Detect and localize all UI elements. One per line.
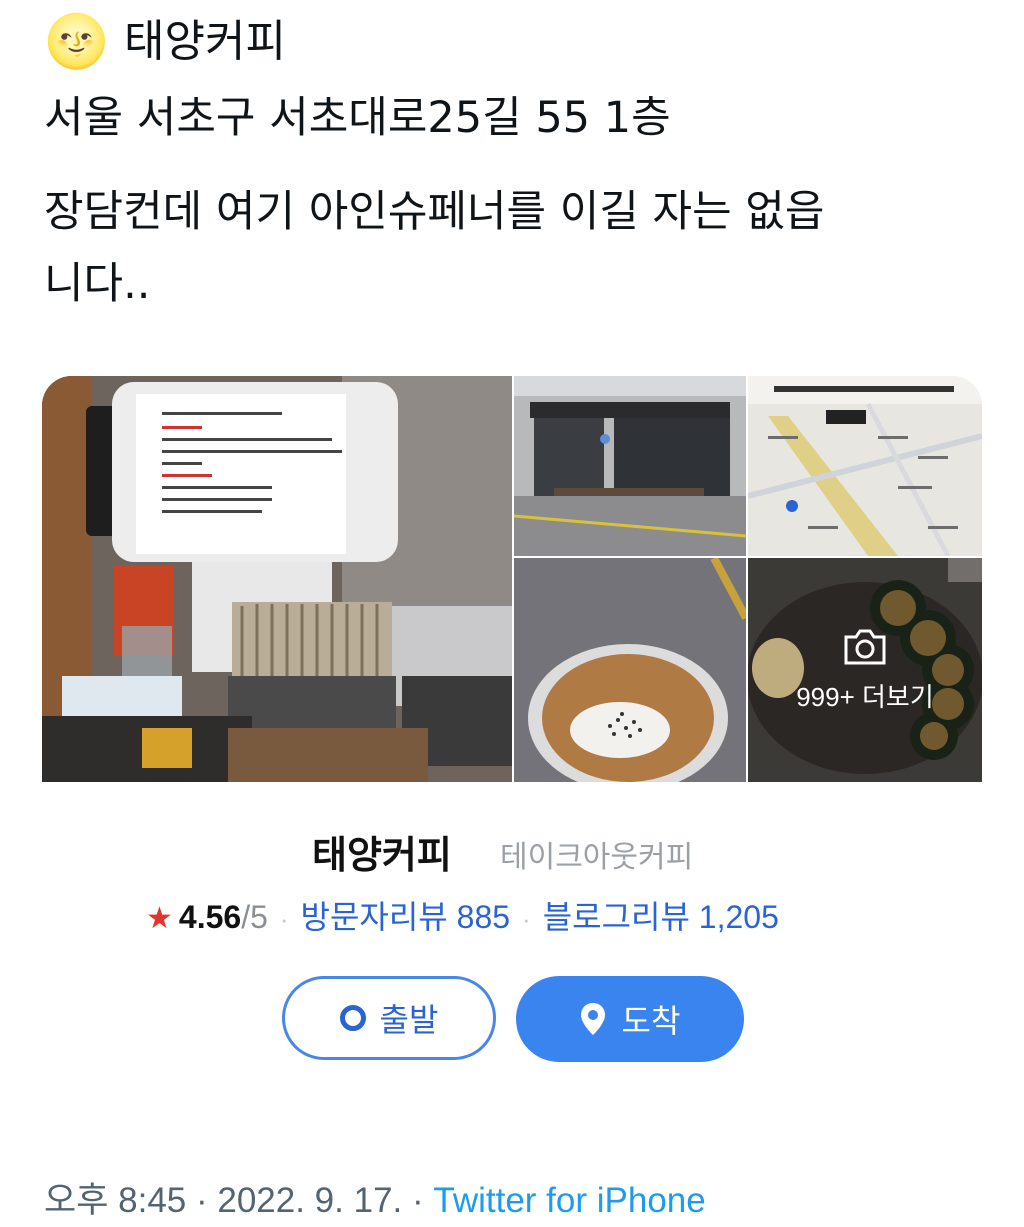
star-icon: ★ bbox=[146, 902, 173, 935]
blog-reviews-count: 1,205 bbox=[698, 899, 779, 935]
place-photo-gallery[interactable]: 999+ 더보기 bbox=[42, 376, 982, 782]
photo-storefront[interactable] bbox=[514, 376, 746, 556]
place-name[interactable]: 태양커피 bbox=[312, 824, 452, 879]
tweet-time: 오후 8:45 bbox=[44, 1181, 187, 1220]
visitor-reviews-label: 방문자리뷰 bbox=[300, 899, 448, 935]
visitor-reviews-count: 885 bbox=[456, 899, 511, 935]
meta-separator: · bbox=[195, 1181, 208, 1220]
tweet-title: 태양커피 bbox=[124, 16, 286, 67]
moon-face-emoji: 🌝 bbox=[44, 12, 109, 72]
place-category: 테이크아웃커피 bbox=[500, 840, 694, 875]
separator-dot: · bbox=[522, 904, 531, 934]
tweet-address: 서울 서초구 서초대로25길 55 1층 bbox=[44, 93, 671, 143]
rating-row: ★ 4.56 /5 · 방문자리뷰 885 · 블로그리뷰 1,205 bbox=[146, 892, 779, 938]
blog-reviews-link[interactable]: 블로그리뷰 1,205 bbox=[543, 892, 779, 938]
photo-more-label: 999+ 더보기 bbox=[796, 681, 934, 712]
arrive-button[interactable]: 도착 bbox=[516, 976, 744, 1062]
meta-separator: · bbox=[412, 1181, 424, 1220]
visitor-reviews-link[interactable]: 방문자리뷰 885 bbox=[301, 892, 510, 938]
depart-button[interactable]: 출발 bbox=[282, 976, 496, 1060]
photo-counter-menu[interactable] bbox=[42, 376, 512, 782]
rating-value: 4.56 bbox=[178, 899, 242, 935]
blog-reviews-label: 블로그리뷰 bbox=[542, 899, 690, 935]
tweet-text: 장담컨데 여기 아인슈페너를 이길 자는 없읍 니다.. bbox=[44, 187, 825, 309]
photo-map[interactable] bbox=[748, 376, 982, 556]
tweet-source-link[interactable]: Twitter for iPhone bbox=[433, 1181, 705, 1220]
tweet-metadata: 오후 8:45 · 2022. 9. 17. · Twitter for iPh… bbox=[44, 1172, 706, 1223]
photo-kimbap-more[interactable]: 999+ 더보기 bbox=[748, 558, 982, 782]
arrive-label: 도착 bbox=[621, 1002, 681, 1040]
tweet-header: 🌝 태양커피 bbox=[44, 12, 286, 72]
photo-einspanner[interactable] bbox=[514, 558, 746, 782]
tweet-date[interactable]: 2022. 9. 17. bbox=[217, 1181, 402, 1220]
origin-dot-icon bbox=[339, 1005, 366, 1031]
photo-more-overlay[interactable]: 999+ 더보기 bbox=[748, 558, 982, 782]
separator-dot: · bbox=[279, 904, 289, 934]
depart-label: 출발 bbox=[379, 1001, 439, 1039]
camera-icon bbox=[842, 627, 888, 671]
rating-max: /5 bbox=[241, 899, 268, 935]
location-pin-icon bbox=[580, 1002, 606, 1036]
